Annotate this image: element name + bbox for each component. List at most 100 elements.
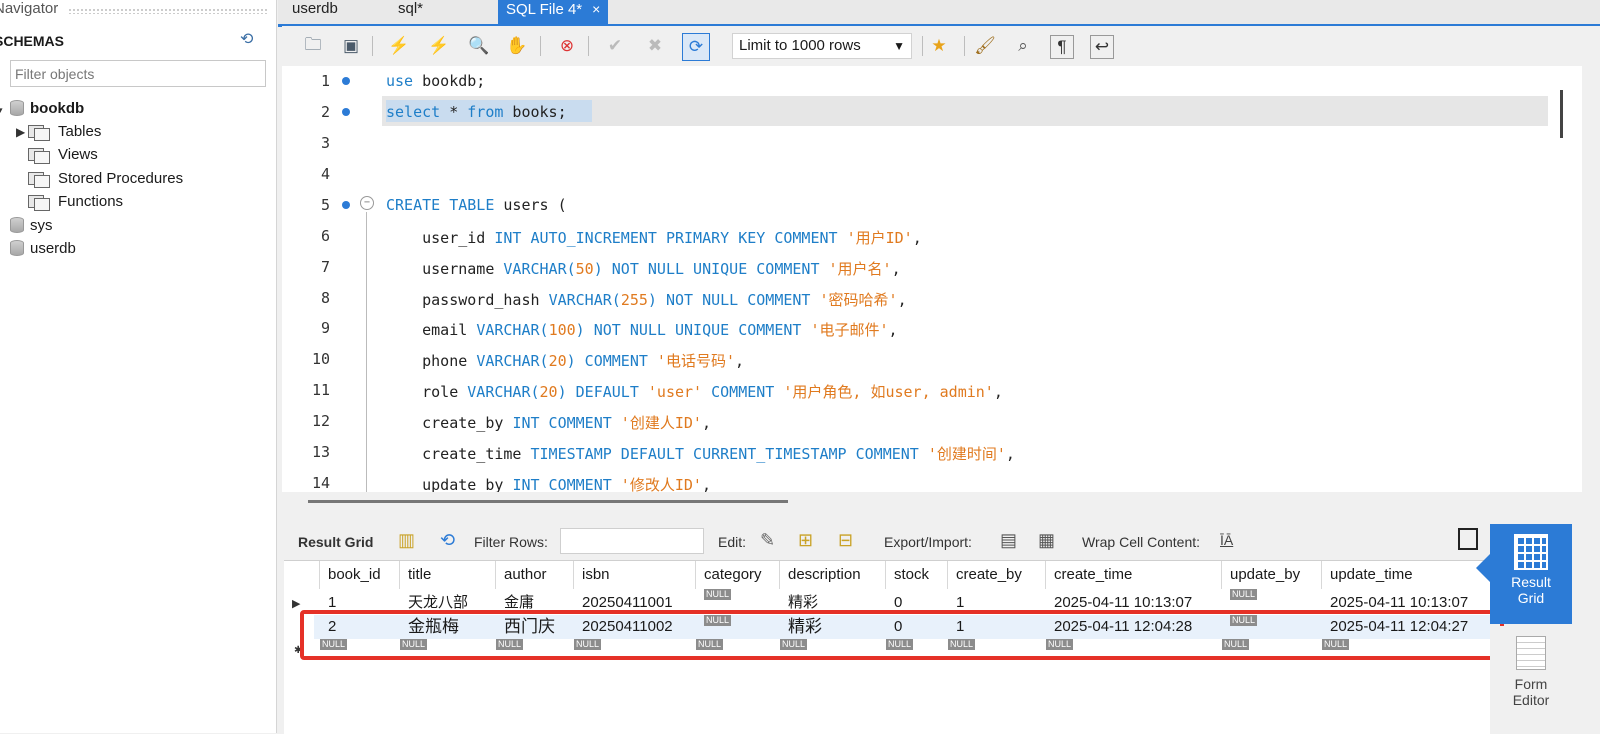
toggle-panel-icon[interactable]: [1458, 528, 1478, 550]
line-number: 5: [320, 196, 330, 214]
sql-toolbar: 🗀 ▣ ⚡ ⚡ 🔍 ✋ ⊗ ✔ ✖ ⟳ Limit to 1000 rows ▼ …: [282, 26, 1600, 66]
editor-tab-bar: userdb sql* SQL File 4* ×: [278, 0, 1600, 27]
schema-item-sys[interactable]: sys: [10, 215, 53, 237]
table-cell[interactable]: 精彩: [780, 591, 818, 611]
wrap-icon[interactable]: ↩: [1090, 35, 1114, 59]
table-cell[interactable]: 金庸: [496, 591, 534, 611]
result-grid-side-button[interactable]: Result Grid: [1476, 524, 1572, 624]
refresh-results-icon[interactable]: ⟲: [440, 530, 455, 551]
tree-item-views[interactable]: Views: [28, 144, 98, 166]
column-header[interactable]: update_time: [1322, 561, 1490, 589]
commit-icon[interactable]: ✔: [602, 33, 628, 59]
execute-current-icon[interactable]: ⚡: [426, 33, 452, 59]
wrap-toggle-icon[interactable]: ĪĀ: [1220, 532, 1233, 548]
table-cell[interactable]: 2025-04-11 10:13:07: [1046, 591, 1192, 611]
schema-item-bookdb[interactable]: ▾ bookdb: [0, 98, 84, 120]
column-header[interactable]: isbn: [574, 561, 696, 589]
refresh-icon[interactable]: ⟲: [240, 31, 258, 49]
stop-icon[interactable]: ✋: [504, 33, 530, 59]
table-cell[interactable]: 1: [948, 591, 964, 611]
highlight-annotation-box: [300, 610, 1504, 660]
save-icon[interactable]: ▣: [338, 33, 364, 59]
line-number: 2: [320, 103, 330, 121]
tab-sql-file-4[interactable]: SQL File 4* ×: [498, 0, 609, 24]
procedures-folder-icon: [28, 170, 50, 188]
tree-item-tables[interactable]: ▶ Tables: [16, 121, 101, 143]
code-line-12: create_by INT COMMENT '创建人ID',: [386, 414, 711, 432]
column-header[interactable]: create_time: [1046, 561, 1222, 589]
column-header[interactable]: title: [400, 561, 496, 589]
drag-grip[interactable]: [68, 8, 268, 14]
find-icon[interactable]: ⌕: [1010, 33, 1036, 59]
navigator-title: Navigator: [0, 0, 276, 20]
column-header[interactable]: stock: [886, 561, 948, 589]
edit-label: Edit:: [718, 534, 747, 550]
code-line-11: role VARCHAR(20) DEFAULT 'user' COMMENT …: [386, 383, 1003, 401]
line-number: 8: [320, 289, 330, 307]
fold-guide: [366, 212, 367, 492]
result-toolbar: Result Grid ▥ ⟲ Filter Rows: Edit: ✎ ⊞ ⊟…: [284, 526, 1490, 558]
code-line-1: use bookdb;: [386, 72, 486, 90]
filter-objects-input[interactable]: [10, 60, 266, 87]
result-grid-label: Result Grid: [298, 534, 374, 550]
schemas-label: SCHEMAS: [0, 33, 65, 49]
line-number: 13: [311, 443, 330, 461]
line-number: 7: [320, 258, 330, 276]
tab-userdb[interactable]: userdb: [292, 0, 338, 24]
table-cell[interactable]: NULL: [696, 587, 732, 607]
schema-item-userdb[interactable]: userdb: [10, 238, 76, 260]
fold-icon[interactable]: −: [360, 196, 374, 210]
form-editor-side-button[interactable]: Form Editor: [1490, 626, 1572, 733]
column-header[interactable]: author: [496, 561, 574, 589]
horizontal-scrollbar[interactable]: [308, 500, 788, 503]
export-import-label: Export/Import:: [884, 534, 972, 550]
column-header[interactable]: book_id: [320, 561, 400, 589]
close-tab-icon[interactable]: ×: [592, 1, 600, 17]
table-cell[interactable]: 0: [886, 591, 902, 611]
sql-editor[interactable]: 1 2 3 4 5 6 7 8 9 10 11 12 13 14 − use b…: [282, 66, 1582, 492]
line-number: 1: [320, 72, 330, 90]
execute-icon[interactable]: ⚡: [386, 33, 412, 59]
export-icon[interactable]: ▤: [1000, 530, 1017, 551]
column-header[interactable]: update_by: [1222, 561, 1322, 589]
column-header[interactable]: description: [780, 561, 886, 589]
table-cell[interactable]: 20250411001: [574, 591, 673, 611]
column-header[interactable]: category: [696, 561, 780, 589]
table-cell[interactable]: NULL: [1222, 587, 1258, 607]
grid-icon: [1514, 534, 1548, 570]
form-toggle-icon[interactable]: ▥: [398, 530, 415, 551]
vertical-scrollbar[interactable]: [1560, 90, 1563, 138]
tab-sql[interactable]: sql*: [398, 0, 423, 24]
tree-item-stored-procedures[interactable]: Stored Procedures: [28, 168, 183, 190]
expand-arrow-icon[interactable]: ▶: [16, 121, 28, 143]
import-icon[interactable]: ▦: [1038, 530, 1055, 551]
code-line-13: create_time TIMESTAMP DEFAULT CURRENT_TI…: [386, 445, 1015, 463]
line-number: 9: [320, 319, 330, 337]
column-header[interactable]: create_by: [948, 561, 1046, 589]
insert-row-icon[interactable]: ⊞: [798, 530, 813, 551]
beautify-icon[interactable]: 🖌: [972, 33, 998, 59]
current-row-arrow-icon: ▶: [292, 598, 301, 610]
navigator-panel: Navigator SCHEMAS ⟲ ▾bookdb ▶Tables View…: [0, 0, 277, 733]
explain-icon[interactable]: 🔍: [466, 33, 492, 59]
invisible-chars-icon[interactable]: ¶: [1050, 35, 1074, 59]
open-folder-icon[interactable]: 🗀: [300, 33, 326, 59]
statement-marker-icon: [342, 108, 350, 116]
edit-row-icon[interactable]: ✎: [760, 530, 775, 551]
table-cell[interactable]: 天龙八部: [400, 591, 468, 611]
table-cell[interactable]: 1: [320, 591, 336, 611]
code-line-9: email VARCHAR(100) NOT NULL UNIQUE COMME…: [386, 321, 898, 339]
collapse-arrow-icon[interactable]: ▾: [0, 99, 10, 121]
line-number: 3: [320, 134, 330, 152]
delete-row-icon[interactable]: ⊟: [838, 530, 853, 551]
limit-rows-dropdown[interactable]: Limit to 1000 rows ▼: [732, 33, 912, 59]
form-icon: [1516, 636, 1546, 670]
filter-rows-input[interactable]: [560, 528, 704, 554]
rollback-icon[interactable]: ✖: [642, 33, 668, 59]
autocommit-icon[interactable]: ⟳: [682, 33, 710, 61]
table-cell[interactable]: 2025-04-11 10:13:07: [1322, 591, 1468, 611]
toggle-error-icon[interactable]: ⊗: [554, 33, 580, 59]
bookmark-icon[interactable]: ★: [926, 33, 952, 59]
tree-item-functions[interactable]: Functions: [28, 191, 123, 213]
line-number: 4: [320, 165, 330, 183]
